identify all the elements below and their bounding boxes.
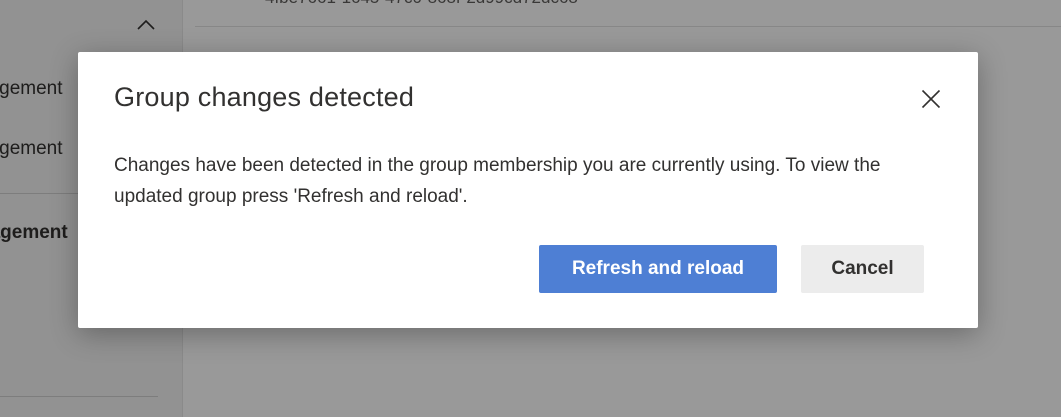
close-button[interactable] xyxy=(916,85,946,115)
refresh-and-reload-button[interactable]: Refresh and reload xyxy=(539,245,777,293)
app-page: nagement nagement nagement 4fbe7661-1645… xyxy=(0,0,1061,417)
dialog-message: Changes have been detected in the group … xyxy=(114,155,881,207)
group-changes-dialog: Group changes detected Changes have been… xyxy=(78,52,978,328)
cancel-button[interactable]: Cancel xyxy=(801,245,924,293)
close-icon xyxy=(921,89,941,112)
dialog-title: Group changes detected xyxy=(114,82,415,112)
